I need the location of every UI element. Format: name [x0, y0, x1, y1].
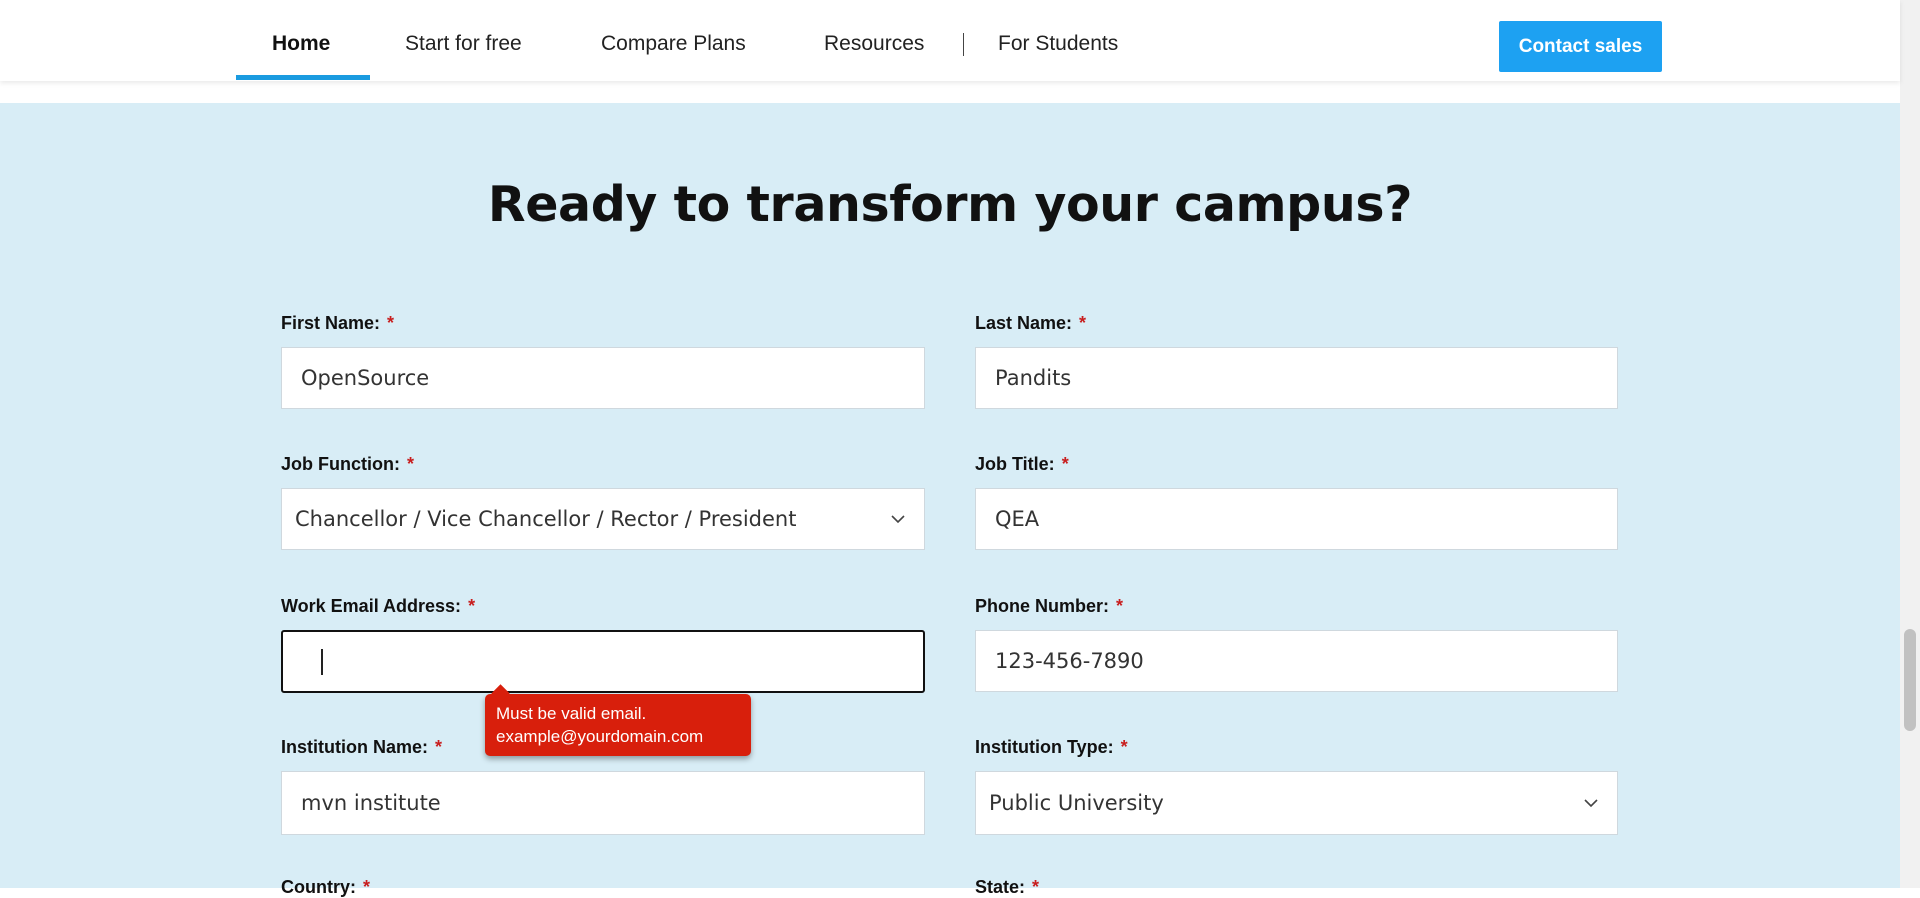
- nav-compare-plans[interactable]: Compare Plans: [601, 30, 746, 58]
- scrollbar-thumb[interactable]: [1904, 629, 1916, 731]
- phone-number-input[interactable]: 123-456-7890: [975, 630, 1618, 692]
- institution-type-select[interactable]: Public University: [975, 771, 1618, 835]
- contact-sales-button[interactable]: Contact sales: [1499, 21, 1662, 72]
- required-marker: *: [1061, 454, 1069, 474]
- first-name-value: OpenSource: [301, 366, 430, 390]
- top-nav: Home Start for free Compare Plans Resour…: [0, 0, 1900, 81]
- job-function-select[interactable]: Chancellor / Vice Chancellor / Rector / …: [281, 488, 925, 550]
- institution-name-value: mvn institute: [301, 791, 441, 815]
- required-marker: *: [1032, 877, 1040, 897]
- institution-name-input[interactable]: mvn institute: [281, 771, 925, 835]
- required-marker: *: [1079, 313, 1087, 333]
- required-marker: *: [1120, 737, 1128, 757]
- first-name-input[interactable]: OpenSource: [281, 347, 925, 409]
- work-email-input[interactable]: [281, 630, 925, 693]
- nav-active-indicator: [236, 75, 370, 80]
- required-marker: *: [406, 454, 414, 474]
- institution-type-label: Institution Type: *: [975, 737, 1128, 757]
- required-marker: *: [468, 596, 476, 616]
- page-title: Ready to transform your campus?: [487, 176, 1413, 233]
- required-marker: *: [435, 737, 443, 757]
- last-name-label: Last Name: *: [975, 313, 1087, 333]
- country-label: Country: *: [281, 877, 371, 897]
- job-function-value: Chancellor / Vice Chancellor / Rector / …: [295, 507, 797, 531]
- institution-name-label: Institution Name: *: [281, 737, 443, 757]
- job-title-value: QEA: [995, 507, 1040, 531]
- phone-number-label: Phone Number: *: [975, 596, 1124, 616]
- nav-home[interactable]: Home: [272, 30, 330, 58]
- last-name-input[interactable]: Pandits: [975, 347, 1618, 409]
- first-name-label: First Name: *: [281, 313, 395, 333]
- required-marker: *: [387, 313, 395, 333]
- error-message-line-1: Must be valid email.: [496, 704, 647, 723]
- chevron-down-icon: [891, 515, 905, 524]
- nav-divider: [963, 33, 964, 56]
- job-title-label: Job Title: *: [975, 454, 1069, 474]
- job-function-label: Job Function: *: [281, 454, 414, 474]
- nav-start-for-free[interactable]: Start for free: [405, 30, 522, 58]
- email-error-tooltip: Must be valid email. example@yourdomain.…: [485, 694, 751, 756]
- nav-resources[interactable]: Resources: [824, 30, 924, 58]
- state-label: State: *: [975, 877, 1040, 897]
- work-email-label: Work Email Address: *: [281, 596, 476, 616]
- last-name-value: Pandits: [995, 366, 1072, 390]
- institution-type-value: Public University: [989, 791, 1164, 815]
- phone-number-value: 123-456-7890: [995, 649, 1144, 673]
- required-marker: *: [1116, 596, 1124, 616]
- text-cursor: [321, 648, 323, 675]
- page-scrollbar[interactable]: [1900, 0, 1920, 888]
- error-message-line-2: example@yourdomain.com: [496, 727, 704, 746]
- job-title-input[interactable]: QEA: [975, 488, 1618, 550]
- required-marker: *: [363, 877, 371, 897]
- nav-for-students[interactable]: For Students: [998, 30, 1118, 58]
- chevron-down-icon: [1584, 799, 1598, 808]
